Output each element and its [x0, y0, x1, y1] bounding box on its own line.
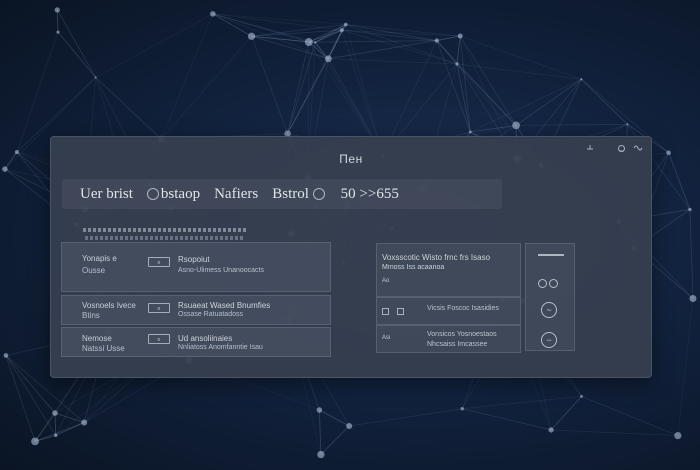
tab-control[interactable]: Bstrol: [272, 186, 326, 203]
toggle-icon[interactable]: [549, 279, 558, 288]
refresh-button[interactable]: ~: [541, 302, 557, 318]
tab-bar: Uer brist bstaop Nafiers Bstrol 50 >>655: [62, 179, 502, 209]
row-chip[interactable]: ≡: [148, 334, 170, 344]
list-item[interactable]: Nemose Natssi Usse ≡ Ud ansoliinaies Nnl…: [61, 327, 331, 357]
row-detail: Nhcsaiss Imcassee: [427, 341, 488, 348]
row-sublabel: Btins: [82, 311, 100, 320]
row-label: Vosnoels Ivece: [82, 301, 136, 310]
tab-filters[interactable]: Nafiers: [214, 186, 258, 203]
row-detail: Nnliatoss Anomfanntie Isau: [178, 344, 263, 351]
row-label: Nemose: [82, 334, 112, 343]
settings-icon[interactable]: [617, 144, 626, 153]
divider: [538, 254, 564, 256]
filter-indicator: [85, 236, 245, 240]
circle-icon: [312, 188, 325, 201]
row-value: Rsuaeat Wased Bnumfies: [178, 301, 271, 310]
row-detail: Mmoss Iss acaanoa: [382, 264, 445, 271]
list-item[interactable]: Vicsis Foscoc Isasidies: [376, 297, 521, 325]
toggle-icon[interactable]: [538, 279, 547, 288]
window-title: Пен: [339, 152, 363, 166]
remove-button[interactable]: −: [541, 332, 557, 348]
row-sublabel: Ousse: [82, 266, 106, 275]
row-label: Yonapis e: [82, 254, 117, 263]
row-chip[interactable]: ≡: [148, 257, 170, 267]
minimize-icon[interactable]: [586, 144, 594, 152]
row-chip[interactable]: ≡: [148, 303, 170, 313]
row-detail: Ossase Ratuatadoss: [178, 311, 243, 318]
dialog-window: Пен Uer brist bstaop Nafiers Bstrol 50 >…: [50, 136, 652, 378]
row-sublabel: Natssi Usse: [82, 344, 125, 353]
checkbox[interactable]: [397, 308, 404, 315]
row-mini-value: Ao: [382, 278, 390, 284]
row-label: Vicsis Foscoc Isasidies: [427, 305, 499, 312]
action-column: ~ −: [525, 243, 575, 351]
row-detail: Asno-Ulimess Unanoocacts: [178, 267, 264, 274]
link-icon[interactable]: [633, 144, 643, 152]
row-label: Voxsscotic Wisto frnc frs Isaso: [382, 253, 491, 262]
checkbox[interactable]: [382, 308, 389, 315]
tab-count[interactable]: 50 >>655: [341, 186, 399, 203]
list-item[interactable]: Voxsscotic Wisto frnc frs Isaso Mmoss Is…: [376, 243, 521, 297]
row-mini-value: Asi: [382, 335, 391, 341]
row-value: Ud ansoliinaies: [178, 334, 233, 343]
list-item[interactable]: Vosnoels Ivece Btins ≡ Rsuaeat Wased Bnu…: [61, 295, 331, 325]
tab-backup[interactable]: bstaop: [146, 186, 200, 203]
list-item[interactable]: Yonapis e Ousse ≡ Rsopoiut Asno-Ulimess …: [61, 242, 331, 292]
list-item[interactable]: Asi Vonsicos Yosnoestaos Nhcsaiss Imcass…: [376, 325, 521, 353]
row-label: Vonsicos Yosnoestaos: [427, 331, 497, 338]
tab-user-list[interactable]: Uer brist: [80, 186, 133, 203]
circle-icon: [146, 188, 159, 201]
row-value: Rsopoiut: [178, 255, 210, 264]
filter-indicator: [83, 228, 248, 232]
